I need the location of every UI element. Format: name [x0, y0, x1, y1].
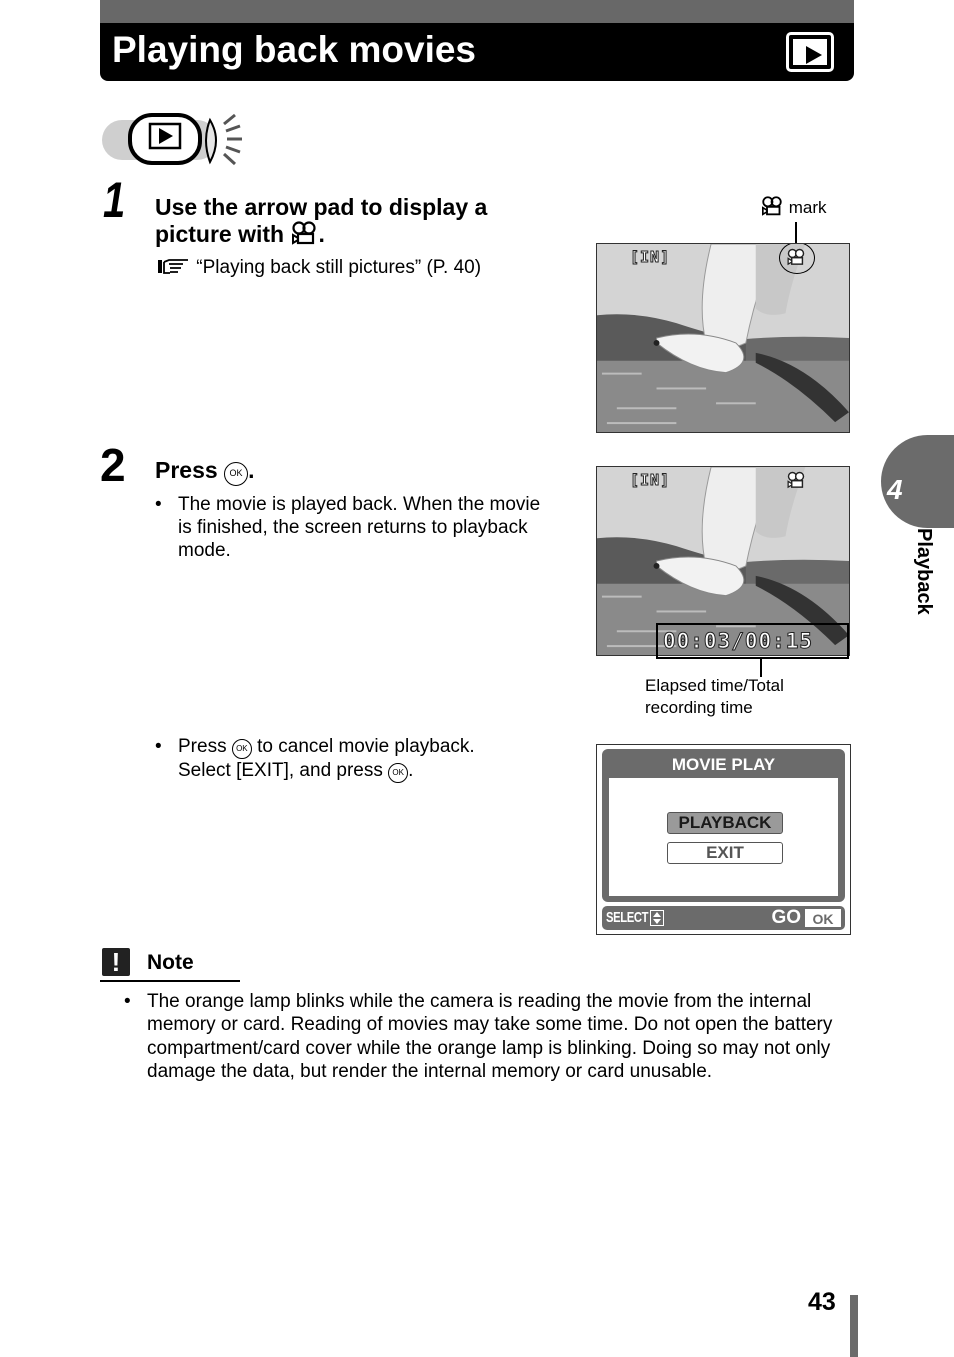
note-bullet: The orange lamp blinks while the camera … — [124, 990, 859, 1084]
step-1-heading: Use the arrow pad to display a picture w… — [155, 194, 487, 248]
note-body: The orange lamp blinks while the camera … — [124, 990, 859, 1084]
header-band — [100, 0, 854, 24]
memory-indicator: [IN] — [629, 471, 671, 490]
bullet-text: Select [EXIT], and press — [178, 760, 383, 781]
chapter-number: 4 — [887, 474, 903, 505]
step-1-heading-line1: Use the arrow pad to display a — [155, 194, 488, 220]
callout-line — [795, 222, 797, 244]
ok-button-icon: OK — [231, 739, 252, 759]
page-title: Playing back movies — [112, 29, 477, 70]
bullet-item: Press OK to cancel movie playback. Selec… — [155, 735, 575, 783]
menu-option-exit[interactable]: EXIT — [667, 842, 783, 864]
step-2-heading-end: . — [248, 457, 255, 483]
lamp-blink-rays — [222, 113, 242, 166]
step-2-heading: Press OK. — [155, 457, 254, 486]
time-callout-line2: recording time — [645, 698, 753, 717]
playback-button-icon — [102, 113, 242, 166]
movie-icon — [292, 221, 317, 245]
bullet-item: The movie is played back. When the movie… — [155, 493, 545, 562]
page-number: 43 — [808, 1288, 836, 1316]
step-1-heading-line2: picture with . — [155, 221, 487, 248]
page-marker-bar — [850, 1295, 858, 1357]
playback-mode-icon — [786, 32, 834, 72]
step-1-heading-end: . — [318, 221, 325, 247]
movie-icon — [787, 471, 805, 489]
pointing-hand-icon — [158, 259, 188, 274]
page-title-bar: Playing back movies — [100, 23, 854, 81]
step-2-bullets: The movie is played back. When the movie… — [155, 493, 545, 562]
time-callout-line1: Elapsed time/Total — [645, 676, 784, 695]
menu-body: PLAYBACK EXIT — [609, 778, 838, 896]
note-divider — [100, 980, 240, 982]
movie-mark-highlight-circle — [779, 244, 815, 274]
exclamation-icon: ! — [102, 948, 130, 976]
up-down-arrows-icon — [650, 910, 664, 926]
seagull-photo — [597, 244, 849, 432]
step-2-cancel-bullet: Press OK to cancel movie playback. Selec… — [155, 735, 575, 783]
screen-1-preview: [IN] — [596, 243, 850, 433]
ok-button-icon: OK — [224, 462, 249, 486]
movie-mark-label: mark — [788, 198, 827, 217]
step-2-number: 2 — [100, 439, 126, 491]
movie-icon — [762, 196, 782, 216]
menu-footer: SELECT GO OK — [602, 906, 845, 930]
footer-select-label: SELECT — [606, 909, 649, 926]
movie-mark-callout: mark — [760, 196, 827, 219]
movie-play-menu-screen: MOVIE PLAY PLAYBACK EXIT SELECT GO OK — [596, 744, 851, 935]
ok-button-icon: OK — [388, 763, 409, 783]
reference-link[interactable]: “Playing back still pictures” (P. 40) — [196, 257, 481, 278]
time-callout-box — [656, 623, 849, 659]
footer-ok-label: OK — [805, 909, 841, 927]
footer-go-label: GO — [771, 907, 801, 928]
step-1-heading-text: picture with — [155, 221, 285, 247]
memory-indicator: [IN] — [629, 248, 671, 267]
step-1-number: 1 — [103, 172, 126, 228]
menu-title: MOVIE PLAY — [671, 755, 776, 774]
bullet-text: Press — [178, 736, 227, 757]
bullet-text: to cancel movie playback. — [257, 736, 475, 757]
note-title: Note — [147, 951, 194, 974]
bullet-text: . — [408, 760, 414, 781]
step-2-heading-text: Press — [155, 457, 218, 483]
time-callout-label: Elapsed time/Total recording time — [645, 675, 784, 719]
chapter-label: Playback — [913, 528, 935, 615]
reference-line: “Playing back still pictures” (P. 40) — [157, 257, 481, 279]
menu-option-playback[interactable]: PLAYBACK — [667, 812, 783, 834]
menu-frame: MOVIE PLAY PLAYBACK EXIT — [602, 749, 845, 902]
